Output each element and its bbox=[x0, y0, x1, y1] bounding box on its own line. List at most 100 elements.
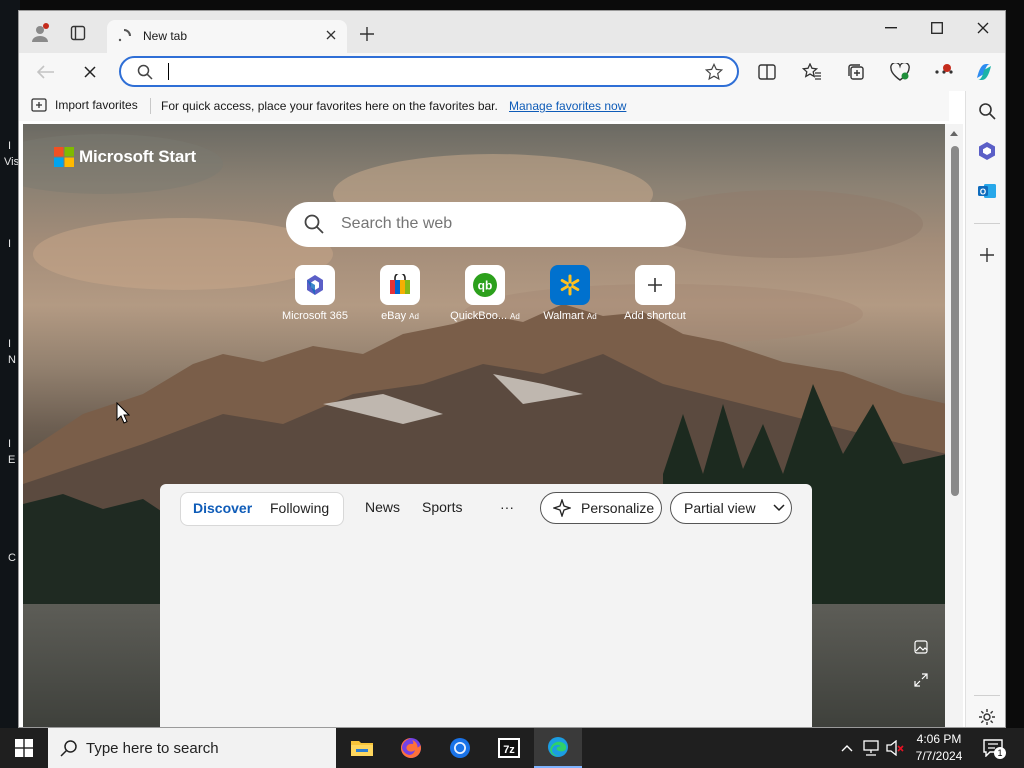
feed-link-news[interactable]: News bbox=[365, 499, 400, 515]
tab-strip: New tab bbox=[19, 11, 1005, 53]
volume-muted-icon[interactable] bbox=[884, 728, 906, 768]
tab-actions-icon[interactable] bbox=[67, 22, 89, 44]
copilot-icon[interactable] bbox=[971, 59, 997, 85]
background-image-icon[interactable] bbox=[911, 637, 931, 657]
desktop-icon-label: N bbox=[8, 354, 16, 366]
quickbooks-icon: qb bbox=[465, 265, 505, 305]
show-hidden-icons-chevron-up-icon[interactable] bbox=[838, 728, 856, 768]
tab-title: New tab bbox=[143, 29, 188, 43]
ebay-icon bbox=[380, 265, 420, 305]
back-button[interactable] bbox=[33, 59, 59, 85]
system-clock[interactable]: 4:06 PM 7/7/2024 bbox=[906, 731, 972, 765]
microsoft-365-icon bbox=[295, 265, 335, 305]
windows-taskbar: Type here to search 7z 4:06 PM 7/7/2024 … bbox=[0, 728, 1024, 768]
sidebar-outlook-icon[interactable]: O bbox=[975, 179, 999, 203]
shortcut-label: QuickBoo... bbox=[450, 310, 508, 322]
desktop: I Vis I I N I E C bbox=[0, 0, 20, 728]
7zip-icon[interactable]: 7z bbox=[485, 728, 533, 768]
desktop-icon-label: I bbox=[8, 438, 12, 450]
sidebar-settings-gear-icon[interactable] bbox=[975, 705, 999, 727]
settings-more-icon[interactable] bbox=[931, 59, 957, 85]
manage-favorites-link[interactable]: Manage favorites now bbox=[509, 99, 626, 113]
divider bbox=[150, 98, 151, 114]
shortcut-quickbooks[interactable]: qb QuickBoo... Ad bbox=[445, 265, 525, 322]
svg-text:7z: 7z bbox=[503, 744, 515, 756]
file-explorer-icon[interactable] bbox=[338, 728, 386, 768]
search-icon bbox=[304, 214, 324, 234]
mouse-cursor-icon bbox=[116, 402, 130, 424]
favorites-bar: Import favorites For quick access, place… bbox=[19, 91, 949, 121]
tab-discover[interactable]: Discover bbox=[193, 500, 252, 516]
address-bar[interactable] bbox=[119, 56, 739, 87]
feed-link-sports[interactable]: Sports bbox=[422, 499, 462, 515]
firefox-icon[interactable] bbox=[387, 728, 435, 768]
sidebar-search-icon[interactable] bbox=[975, 99, 999, 123]
favorites-bar-message: For quick access, place your favorites h… bbox=[161, 99, 498, 113]
feed-tab-group: Discover Following bbox=[180, 492, 344, 526]
ad-badge: Ad bbox=[510, 312, 520, 321]
browser-window: New tab Import favorites For quick acces… bbox=[18, 10, 1006, 728]
walmart-icon bbox=[550, 265, 590, 305]
loading-spinner-icon bbox=[118, 29, 131, 42]
new-tab-button[interactable] bbox=[357, 24, 377, 44]
more-feed-options-button[interactable]: ··· bbox=[500, 499, 514, 515]
microsoft-start-logo[interactable]: Microsoft Start bbox=[54, 147, 196, 167]
shortcut-label: Add shortcut bbox=[624, 310, 686, 322]
shortcut-ebay[interactable]: eBay Ad bbox=[360, 265, 440, 322]
chrome-icon[interactable] bbox=[436, 728, 484, 768]
stop-loading-button[interactable] bbox=[77, 59, 103, 85]
web-search-box[interactable] bbox=[286, 202, 686, 247]
edge-icon[interactable] bbox=[534, 728, 582, 768]
desktop-icon-label: Vis bbox=[4, 156, 20, 168]
shortcut-label: Walmart bbox=[543, 310, 584, 322]
personalize-button[interactable]: Personalize bbox=[540, 492, 662, 524]
tab-new-tab[interactable]: New tab bbox=[107, 20, 347, 53]
divider bbox=[974, 695, 1000, 696]
edge-sidebar: O bbox=[965, 91, 1005, 727]
favorite-star-icon[interactable] bbox=[705, 63, 723, 81]
search-icon bbox=[137, 64, 153, 80]
taskbar-search-box[interactable]: Type here to search bbox=[48, 728, 336, 768]
shortcut-label: Microsoft 365 bbox=[281, 310, 349, 322]
import-favorites-label: Import favorites bbox=[55, 98, 138, 112]
tab-following[interactable]: Following bbox=[270, 500, 329, 516]
browser-essentials-icon[interactable] bbox=[887, 59, 913, 85]
plus-icon bbox=[635, 265, 675, 305]
start-button[interactable] bbox=[0, 728, 48, 768]
text-caret bbox=[168, 63, 169, 80]
web-search-input[interactable] bbox=[341, 215, 661, 233]
shortcut-microsoft-365[interactable]: Microsoft 365 bbox=[275, 265, 355, 322]
desktop-icon-label: I bbox=[8, 338, 12, 350]
personalize-label: Personalize bbox=[581, 500, 655, 516]
microsoft-logo-icon bbox=[54, 147, 74, 167]
profile-icon[interactable] bbox=[29, 22, 51, 44]
scroll-up-arrow-icon[interactable] bbox=[949, 128, 959, 138]
close-tab-icon[interactable] bbox=[321, 25, 341, 45]
ad-badge: Ad bbox=[409, 312, 419, 321]
shortcut-walmart[interactable]: Walmart Ad bbox=[530, 265, 610, 322]
action-center-button[interactable]: 1 bbox=[980, 736, 1006, 760]
divider bbox=[974, 223, 1000, 224]
sidebar-add-icon[interactable] bbox=[975, 243, 999, 267]
maximize-button[interactable] bbox=[923, 18, 951, 38]
sidebar-microsoft-365-icon[interactable] bbox=[975, 139, 999, 163]
partial-view-dropdown[interactable]: Partial view bbox=[670, 492, 792, 524]
desktop-icon-label: E bbox=[8, 454, 16, 466]
chevron-down-icon bbox=[773, 504, 785, 512]
close-window-button[interactable] bbox=[969, 18, 997, 38]
desktop-icon-label: I bbox=[8, 238, 12, 250]
collections-icon[interactable] bbox=[843, 59, 869, 85]
address-input[interactable] bbox=[165, 62, 665, 82]
view-mode-label: Partial view bbox=[684, 500, 756, 516]
expand-icon[interactable] bbox=[911, 670, 931, 690]
minimize-button[interactable] bbox=[877, 18, 905, 38]
scrollbar-thumb[interactable] bbox=[951, 146, 959, 496]
page-scrollbar[interactable] bbox=[945, 124, 963, 727]
favorites-icon[interactable] bbox=[799, 59, 825, 85]
network-icon[interactable] bbox=[860, 728, 882, 768]
split-screen-icon[interactable] bbox=[754, 59, 780, 85]
add-shortcut-button[interactable]: Add shortcut bbox=[615, 265, 695, 322]
news-feed-panel: Discover Following News Sports ··· Perso… bbox=[160, 484, 812, 727]
import-favorites-button[interactable]: Import favorites bbox=[31, 98, 138, 112]
desktop-icon-label: I bbox=[8, 140, 12, 152]
